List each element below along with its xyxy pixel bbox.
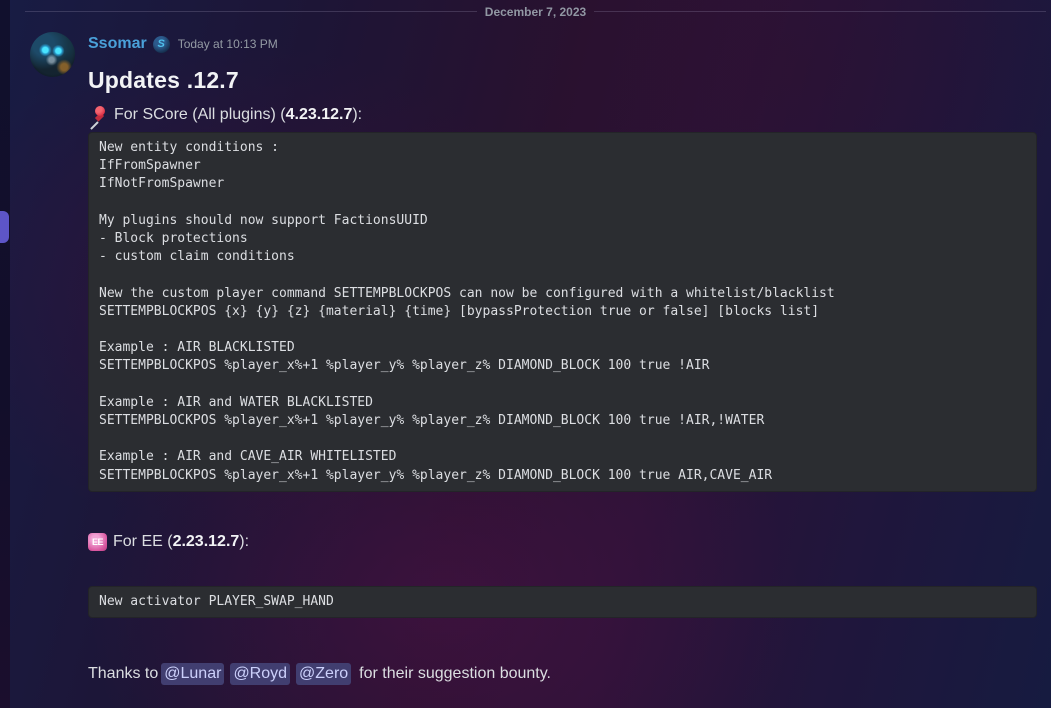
ee-version: 2.23.12.7 [173, 531, 240, 553]
mention-zero[interactable]: @Zero [296, 663, 351, 685]
divider-line-left [25, 11, 477, 12]
score-code-block: New entity conditions : IfFromSpawner If… [88, 132, 1037, 492]
timestamp: Today at 10:13 PM [178, 37, 278, 51]
score-line-text: For SCore (All plugins) ( [114, 104, 286, 126]
divider-line-right [594, 11, 1046, 12]
username[interactable]: Ssomar [88, 35, 147, 53]
date-divider: December 7, 2023 [25, 4, 1046, 19]
thanks-text: Thanks to [88, 663, 158, 685]
server-sidebar-rail [0, 0, 10, 708]
mention-royd[interactable]: @Royd [230, 663, 290, 685]
ee-custom-emoji: EE [88, 533, 107, 551]
ssomar-logo-badge-icon[interactable]: S [153, 36, 170, 53]
message-header: Ssomar S Today at 10:13 PM [88, 34, 1037, 54]
pushpin-emoji [88, 105, 108, 125]
score-line-suffix: ): [352, 104, 362, 126]
thanks-line: Thanks to @Lunar @Royd @Zero for their s… [88, 663, 1037, 685]
thanks-text-suffix: for their suggestion bounty. [359, 663, 551, 685]
server-icon-sliver[interactable] [0, 211, 9, 243]
ee-line-text: For EE ( [113, 531, 173, 553]
score-version: 4.23.12.7 [286, 104, 353, 126]
date-divider-label: December 7, 2023 [485, 5, 586, 19]
message-body: Ssomar S Today at 10:13 PM Updates .12.7… [88, 32, 1037, 685]
chat-message-area: December 7, 2023 Ssomar S Today at 10:13… [10, 0, 1051, 708]
avatar[interactable] [30, 32, 75, 77]
ee-code-block: New activator PLAYER_SWAP_HAND [88, 586, 1037, 618]
mention-lunar[interactable]: @Lunar [161, 663, 224, 685]
ee-line-suffix: ): [239, 531, 249, 553]
message-heading: Updates .12.7 [88, 65, 1037, 95]
ee-intro-line: EE For EE (2.23.12.7): [88, 531, 1037, 553]
score-intro-line: For SCore (All plugins) (4.23.12.7): [88, 104, 1037, 126]
